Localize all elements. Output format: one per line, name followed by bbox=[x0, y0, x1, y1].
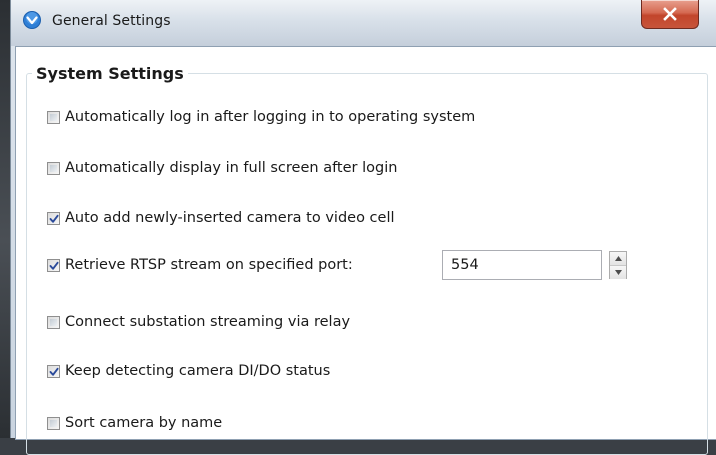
option-auto-add-camera[interactable]: Auto add newly-inserted camera to video … bbox=[47, 207, 395, 229]
option-auto-login[interactable]: Automatically log in after logging in to… bbox=[47, 106, 475, 128]
chevron-up-icon bbox=[614, 256, 622, 261]
spin-up-button[interactable] bbox=[610, 252, 626, 266]
checkmark-icon bbox=[49, 367, 59, 376]
option-label: Keep detecting camera DI/DO status bbox=[65, 363, 331, 379]
option-label: Automatically log in after logging in to… bbox=[65, 109, 476, 125]
spin-down-button[interactable] bbox=[610, 266, 626, 279]
option-sort-camera[interactable]: Sort camera by name bbox=[47, 412, 222, 434]
checkbox[interactable] bbox=[47, 416, 60, 430]
close-icon bbox=[663, 7, 677, 21]
option-label: Automatically display in full screen aft… bbox=[65, 160, 398, 176]
title-bar[interactable]: General Settings bbox=[11, 0, 716, 46]
general-settings-dialog: General Settings System Settings Automat… bbox=[10, 0, 716, 455]
app-logo-icon bbox=[23, 11, 41, 29]
port-spinner[interactable] bbox=[609, 251, 627, 279]
checkbox[interactable] bbox=[47, 211, 60, 225]
option-auto-fullscreen[interactable]: Automatically display in full screen aft… bbox=[47, 157, 397, 179]
checkbox[interactable] bbox=[47, 258, 60, 272]
checkbox-fill bbox=[50, 318, 57, 326]
option-label: Retrieve RTSP stream on specified port: bbox=[65, 257, 353, 273]
group-title: System Settings bbox=[32, 64, 188, 83]
rtsp-port-input[interactable] bbox=[442, 250, 602, 280]
checkbox[interactable] bbox=[47, 110, 60, 124]
option-label: Sort camera by name bbox=[65, 415, 223, 431]
checkmark-icon bbox=[49, 261, 59, 270]
background-window-edge bbox=[0, 0, 10, 438]
option-relay-streaming[interactable]: Connect substation streaming via relay bbox=[47, 311, 350, 333]
window-title: General Settings bbox=[52, 13, 171, 29]
checkbox[interactable] bbox=[47, 364, 60, 378]
option-detect-dido[interactable]: Keep detecting camera DI/DO status bbox=[47, 360, 330, 382]
checkmark-icon bbox=[49, 214, 59, 223]
checkbox[interactable] bbox=[47, 315, 60, 329]
close-button[interactable] bbox=[641, 0, 699, 29]
option-rtsp-port[interactable]: Retrieve RTSP stream on specified port: bbox=[47, 254, 353, 276]
option-label: Connect substation streaming via relay bbox=[65, 314, 351, 330]
checkbox-fill bbox=[50, 113, 57, 121]
settings-content-panel: System Settings Automatically log in aft… bbox=[15, 46, 716, 455]
option-label: Auto add newly-inserted camera to video … bbox=[65, 210, 395, 226]
checkbox-fill bbox=[50, 419, 57, 427]
checkbox[interactable] bbox=[47, 161, 60, 175]
checkbox-fill bbox=[50, 164, 57, 172]
chevron-down-icon bbox=[614, 270, 622, 275]
